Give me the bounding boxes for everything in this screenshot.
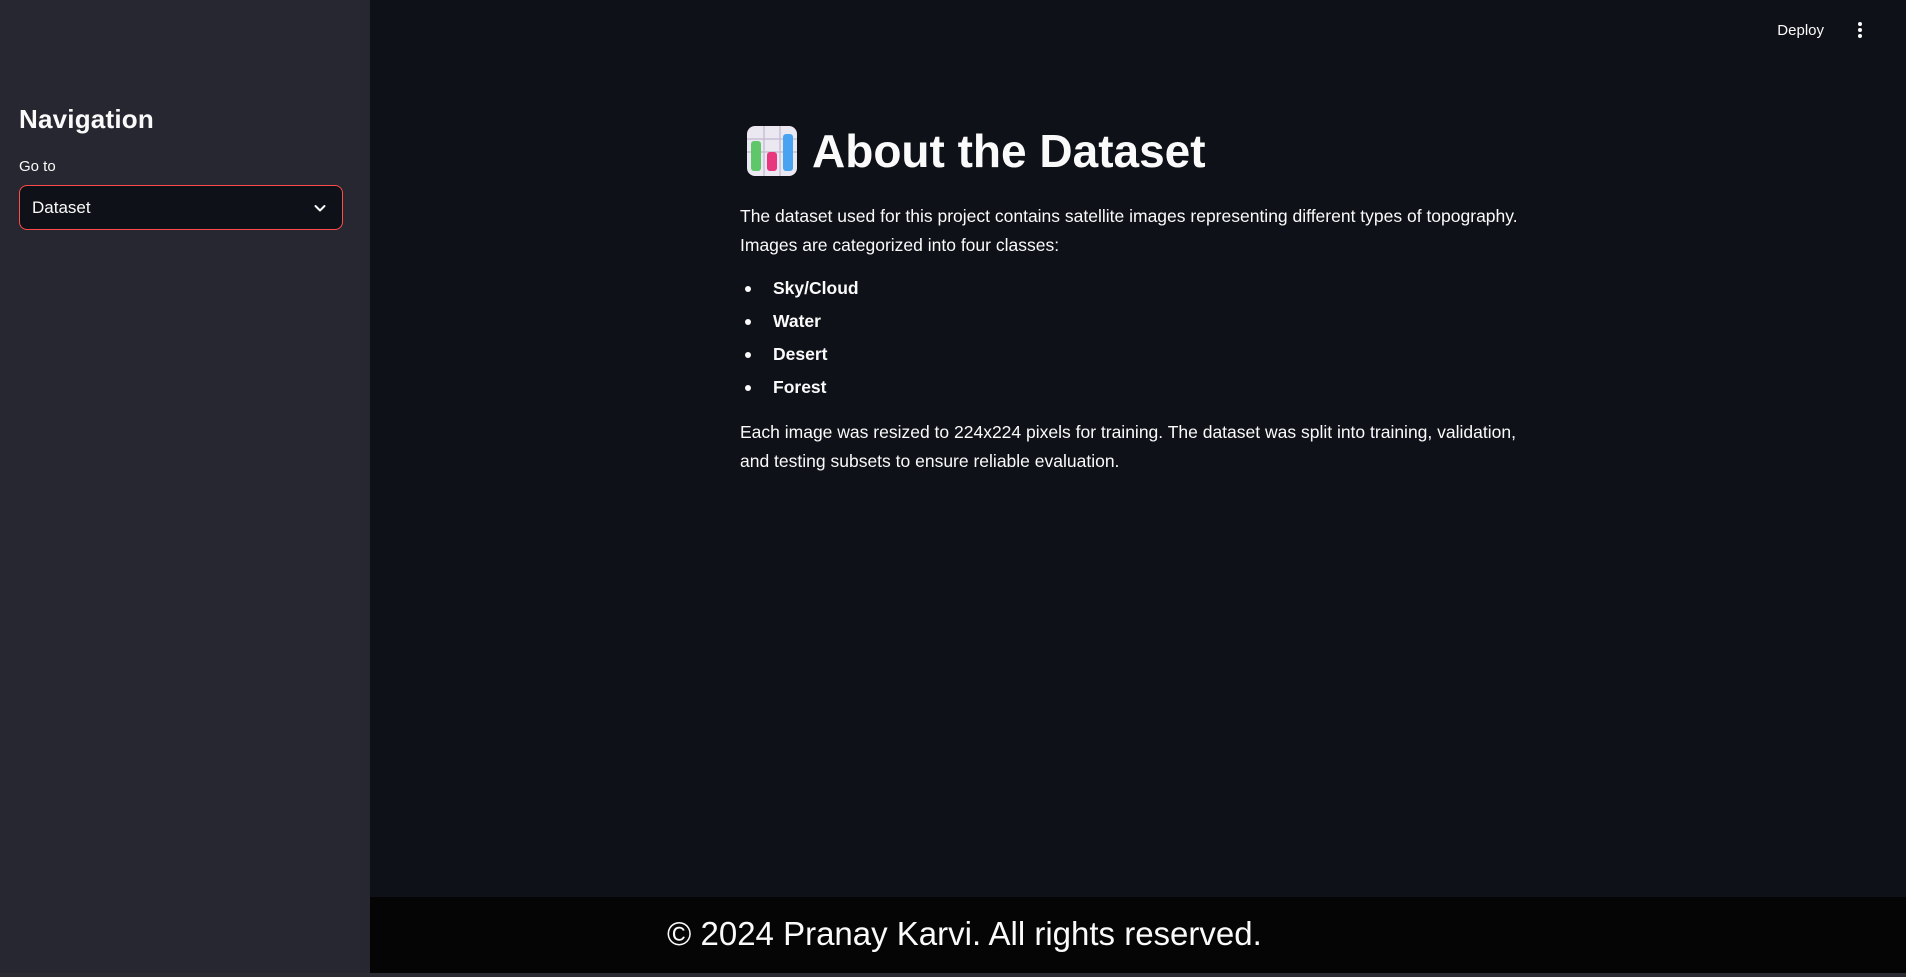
details-paragraph: Each image was resized to 224x224 pixels…	[740, 422, 1516, 471]
chevron-down-icon	[314, 205, 326, 212]
list-item: Desert	[740, 338, 1540, 371]
list-item: Sky/Cloud	[740, 272, 1540, 305]
page-content: About the Dataset The dataset used for t…	[740, 118, 1540, 476]
navigation-select[interactable]: Dataset	[19, 185, 343, 230]
bullet-icon	[745, 286, 751, 292]
list-item: Forest	[740, 371, 1540, 404]
dot-icon	[1858, 22, 1862, 26]
window-bottom-border	[0, 973, 1906, 977]
sidebar: Navigation Go to Dataset	[0, 0, 370, 977]
more-menu-button[interactable]	[1852, 20, 1868, 42]
class-list: Sky/Cloud Water Desert Forest	[740, 272, 1540, 404]
select-label: Go to	[19, 158, 56, 175]
dot-icon	[1858, 28, 1862, 32]
class-label: Water	[773, 311, 821, 331]
deploy-button[interactable]: Deploy	[1773, 20, 1828, 41]
list-item: Water	[740, 305, 1540, 338]
copyright-text: © 2024 Pranay Karvi. All rights reserved…	[667, 915, 1262, 952]
bullet-icon	[745, 385, 751, 391]
bar-chart-icon	[747, 126, 797, 176]
footer: © 2024 Pranay Karvi. All rights reserved…	[370, 897, 1906, 973]
navigation-select-value: Dataset	[32, 198, 91, 217]
class-label: Forest	[773, 377, 827, 397]
main-area: Deploy About the Dataset The dataset use…	[370, 0, 1906, 977]
sidebar-title: Navigation	[19, 104, 154, 134]
class-label: Sky/Cloud	[773, 278, 859, 298]
bullet-icon	[745, 352, 751, 358]
intro-paragraph: The dataset used for this project contai…	[740, 206, 1518, 255]
app-window: Navigation Go to Dataset Deploy About th…	[0, 0, 1906, 977]
dot-icon	[1858, 34, 1862, 38]
class-label: Desert	[773, 344, 828, 364]
page-title: About the Dataset	[740, 118, 1540, 184]
bullet-icon	[745, 319, 751, 325]
page-title-text: About the Dataset	[812, 125, 1206, 177]
